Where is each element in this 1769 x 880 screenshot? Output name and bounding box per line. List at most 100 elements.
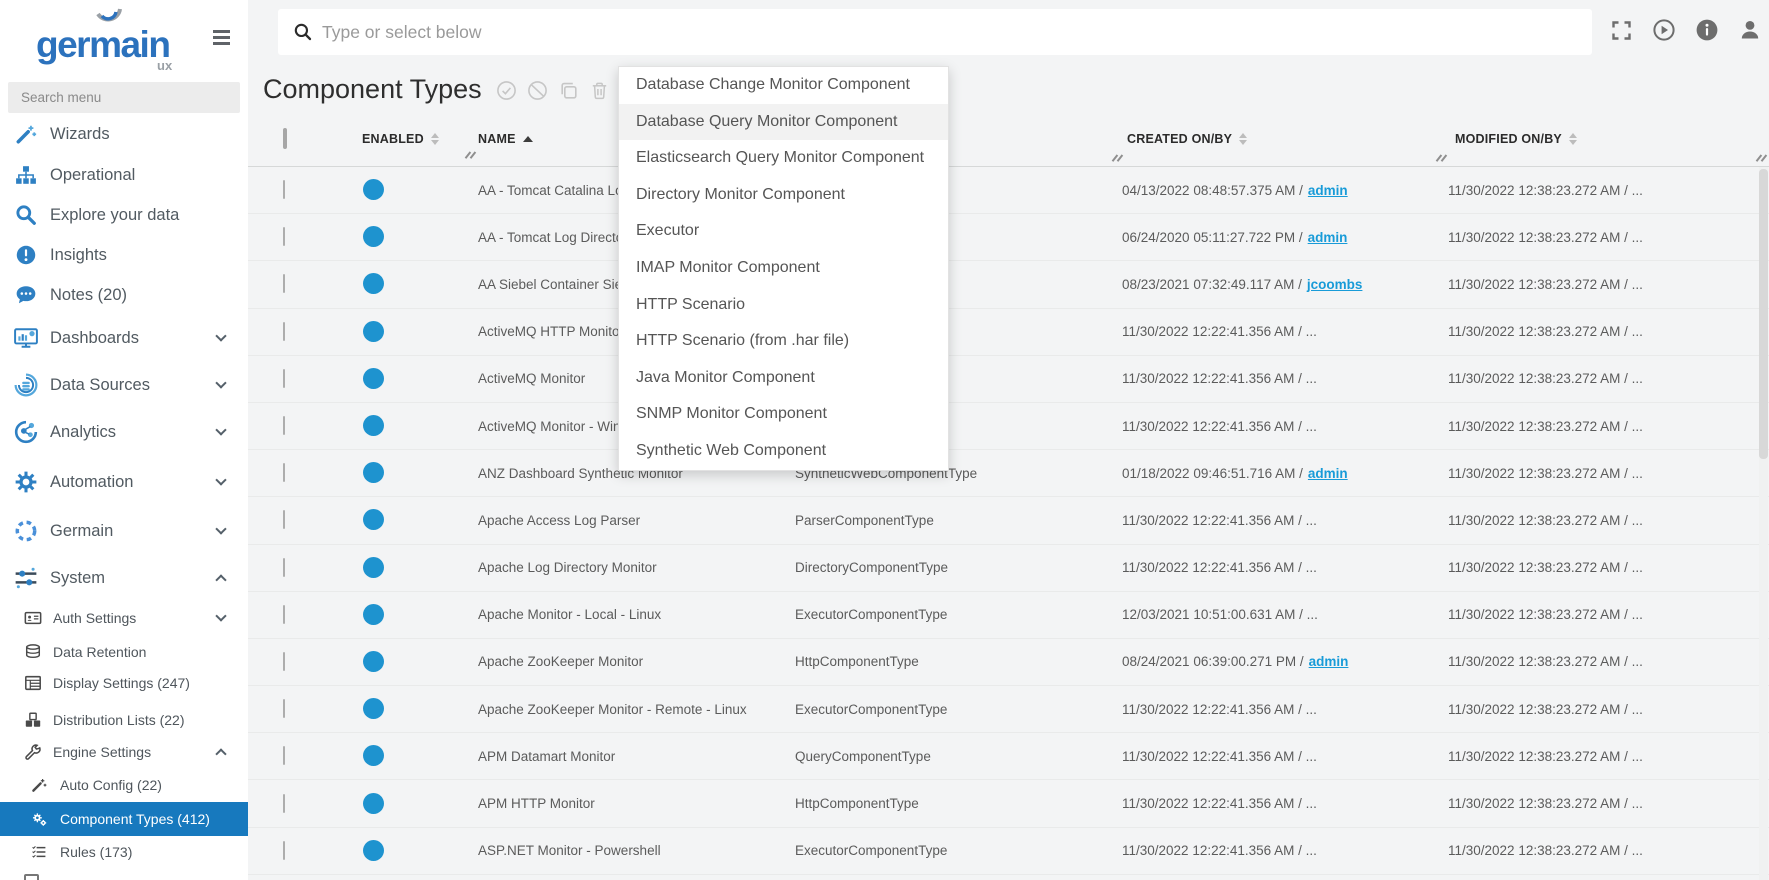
sidebar-item-auth-settings[interactable]: Auth Settings [0,601,248,634]
table-row[interactable]: ActiveMQ Monitor 11/30/2022 12:22:41.356… [248,356,1769,403]
row-checkbox[interactable] [283,794,285,813]
table-list-icon [24,674,42,692]
table-row[interactable]: AA - Tomcat Log Directory 06/24/2020 05:… [248,214,1769,261]
check-circle-icon[interactable] [496,80,517,101]
sidebar-item-data-retention[interactable]: Data Retention [0,635,248,668]
created-by-user-link[interactable]: admin [1308,183,1348,198]
sidebar-item-wizards[interactable]: Wizards [0,114,248,154]
sidebar-item-distribution-lists[interactable]: Distribution Lists (22) [0,703,248,736]
row-checkbox[interactable] [283,274,285,293]
sidebar-item-data-sources[interactable]: Data Sources [0,365,248,405]
play-circle-icon[interactable] [1651,17,1677,43]
row-checkbox[interactable] [283,180,285,199]
dropdown-item[interactable]: IMAP Monitor Component [619,250,948,287]
created-date: 11/30/2022 12:22:41.356 AM / ... [1122,419,1317,434]
column-header-created[interactable]: CREATED ON/BY [1122,132,1448,146]
cell-modified: 11/30/2022 12:38:23.272 AM / ... [1448,371,1769,386]
dropdown-item[interactable]: Synthetic Web Component [619,433,948,470]
sidebar-item-notes[interactable]: Notes (20) [0,275,248,315]
created-date: 01/18/2022 09:46:51.716 AM / [1122,466,1303,481]
select-all-checkbox[interactable] [283,128,287,149]
table-row[interactable]: ASP.NET Monitor - Powershell ExecutorCom… [248,828,1769,875]
sidebar-item-operational[interactable]: Operational [0,155,248,195]
row-checkbox[interactable] [283,510,285,529]
sidebar-item-label: Wizards [50,125,110,144]
user-icon[interactable] [1737,17,1763,43]
table-row[interactable]: AA - Tomcat Catalina Log 04/13/2022 08:4… [248,167,1769,214]
sidebar-item-engine-settings[interactable]: Engine Settings [0,735,248,768]
cell-modified: 11/30/2022 12:38:23.272 AM / ... [1448,607,1769,622]
table-row[interactable]: APM Datamart Monitor QueryComponentType … [248,733,1769,780]
dropdown-item[interactable]: Database Query Monitor Component [619,104,948,141]
dropdown-item[interactable]: Elasticsearch Query Monitor Component [619,140,948,177]
trash-icon[interactable] [589,80,610,101]
vertical-scrollbar-thumb[interactable] [1759,169,1768,459]
row-checkbox[interactable] [283,746,285,765]
row-checkbox[interactable] [283,841,285,860]
dropdown-item[interactable]: SNMP Monitor Component [619,396,948,433]
column-resize-grip[interactable] [1114,154,1123,162]
column-header-enabled[interactable]: ENABLED [347,132,478,146]
sidebar-item-display-settings[interactable]: Display Settings (247) [0,666,248,699]
column-resize-grip[interactable] [1758,154,1767,162]
sidebar-item-insights[interactable]: Insights [0,235,248,275]
column-header-modified[interactable]: MODIFIED ON/BY [1448,132,1769,146]
table-row[interactable]: ActiveMQ Monitor - Windo 11/30/2022 12:2… [248,403,1769,450]
sidebar-item-auto-config[interactable]: Auto Config (22) [0,768,248,801]
dropdown-item[interactable]: HTTP Scenario (from .har file) [619,323,948,360]
sidebar-item-label: Operational [50,166,135,185]
row-checkbox[interactable] [283,322,285,341]
table-row[interactable]: Apache Log Directory Monitor DirectoryCo… [248,545,1769,592]
copy-icon[interactable] [558,80,579,101]
cell-created: 11/30/2022 12:22:41.356 AM / ... [1122,419,1448,434]
sidebar-item-explore[interactable]: Explore your data [0,195,248,235]
hamburger-menu-icon[interactable] [213,30,230,49]
sidebar-search-input[interactable] [8,82,240,113]
dropdown-item[interactable]: Java Monitor Component [619,360,948,397]
table-row[interactable]: Apache ZooKeeper Monitor - Remote - Linu… [248,686,1769,733]
fullscreen-icon[interactable] [1608,17,1634,43]
dropdown-item[interactable]: Database Change Monitor Component [619,67,948,104]
dropdown-item[interactable]: Executor [619,213,948,250]
column-resize-grip[interactable] [1438,154,1447,162]
created-by-user-link[interactable]: admin [1309,654,1349,669]
sidebar-item-system[interactable]: System [0,558,248,598]
table-row[interactable]: Apache ZooKeeper Monitor HttpComponentTy… [248,639,1769,686]
table-row[interactable]: Apache Monitor - Local - Linux ExecutorC… [248,592,1769,639]
table-row[interactable]: ActiveMQ HTTP Monitor 11/30/2022 12:22:4… [248,309,1769,356]
topbar-actions [1608,17,1763,43]
row-checkbox[interactable] [283,369,285,388]
row-checkbox[interactable] [283,227,285,246]
info-circle-icon[interactable] [1694,17,1720,43]
created-by-user-link[interactable]: admin [1308,230,1348,245]
sidebar-item-label: Distribution Lists (22) [53,712,185,728]
table-row[interactable]: ANZ Dashboard Synthetic Monitor Syntheti… [248,450,1769,497]
sidebar-item-automation[interactable]: Automation [0,462,248,502]
created-by-user-link[interactable]: jcoombs [1307,277,1363,292]
sidebar-item-rules[interactable]: Rules (173) [0,835,248,868]
column-resize-grip[interactable] [467,151,476,159]
row-checkbox[interactable] [283,652,285,671]
row-checkbox[interactable] [283,558,285,577]
row-checkbox[interactable] [283,605,285,624]
row-checkbox[interactable] [283,463,285,482]
sidebar-item-analytics[interactable]: Analytics [0,412,248,452]
cell-created: 11/30/2022 12:22:41.356 AM / ... [1122,513,1448,528]
global-search-input[interactable] [322,9,1522,55]
table-row[interactable]: AA Siebel Container Siebe 08/23/2021 07:… [248,261,1769,308]
sidebar-item-component-types[interactable]: Component Types (412) [0,802,248,836]
sidebar-item-dashboards[interactable]: Dashboards [0,318,248,358]
dropdown-item[interactable]: HTTP Scenario [619,287,948,324]
cell-type: ExecutorComponentType [795,702,1122,717]
ban-icon[interactable] [527,80,548,101]
created-by-user-link[interactable]: admin [1308,466,1348,481]
dropdown-item[interactable]: Directory Monitor Component [619,177,948,214]
row-checkbox[interactable] [283,699,285,718]
table-row[interactable]: APM HTTP Monitor HttpComponentType 11/30… [248,780,1769,827]
column-header-label: CREATED ON/BY [1127,132,1232,146]
table-row[interactable]: Apache Access Log Parser ParserComponent… [248,497,1769,544]
sidebar-item-germain[interactable]: Germain [0,511,248,551]
row-checkbox[interactable] [283,416,285,435]
list-check-icon [30,843,48,861]
app-logo[interactable]: germain ux [0,0,248,78]
